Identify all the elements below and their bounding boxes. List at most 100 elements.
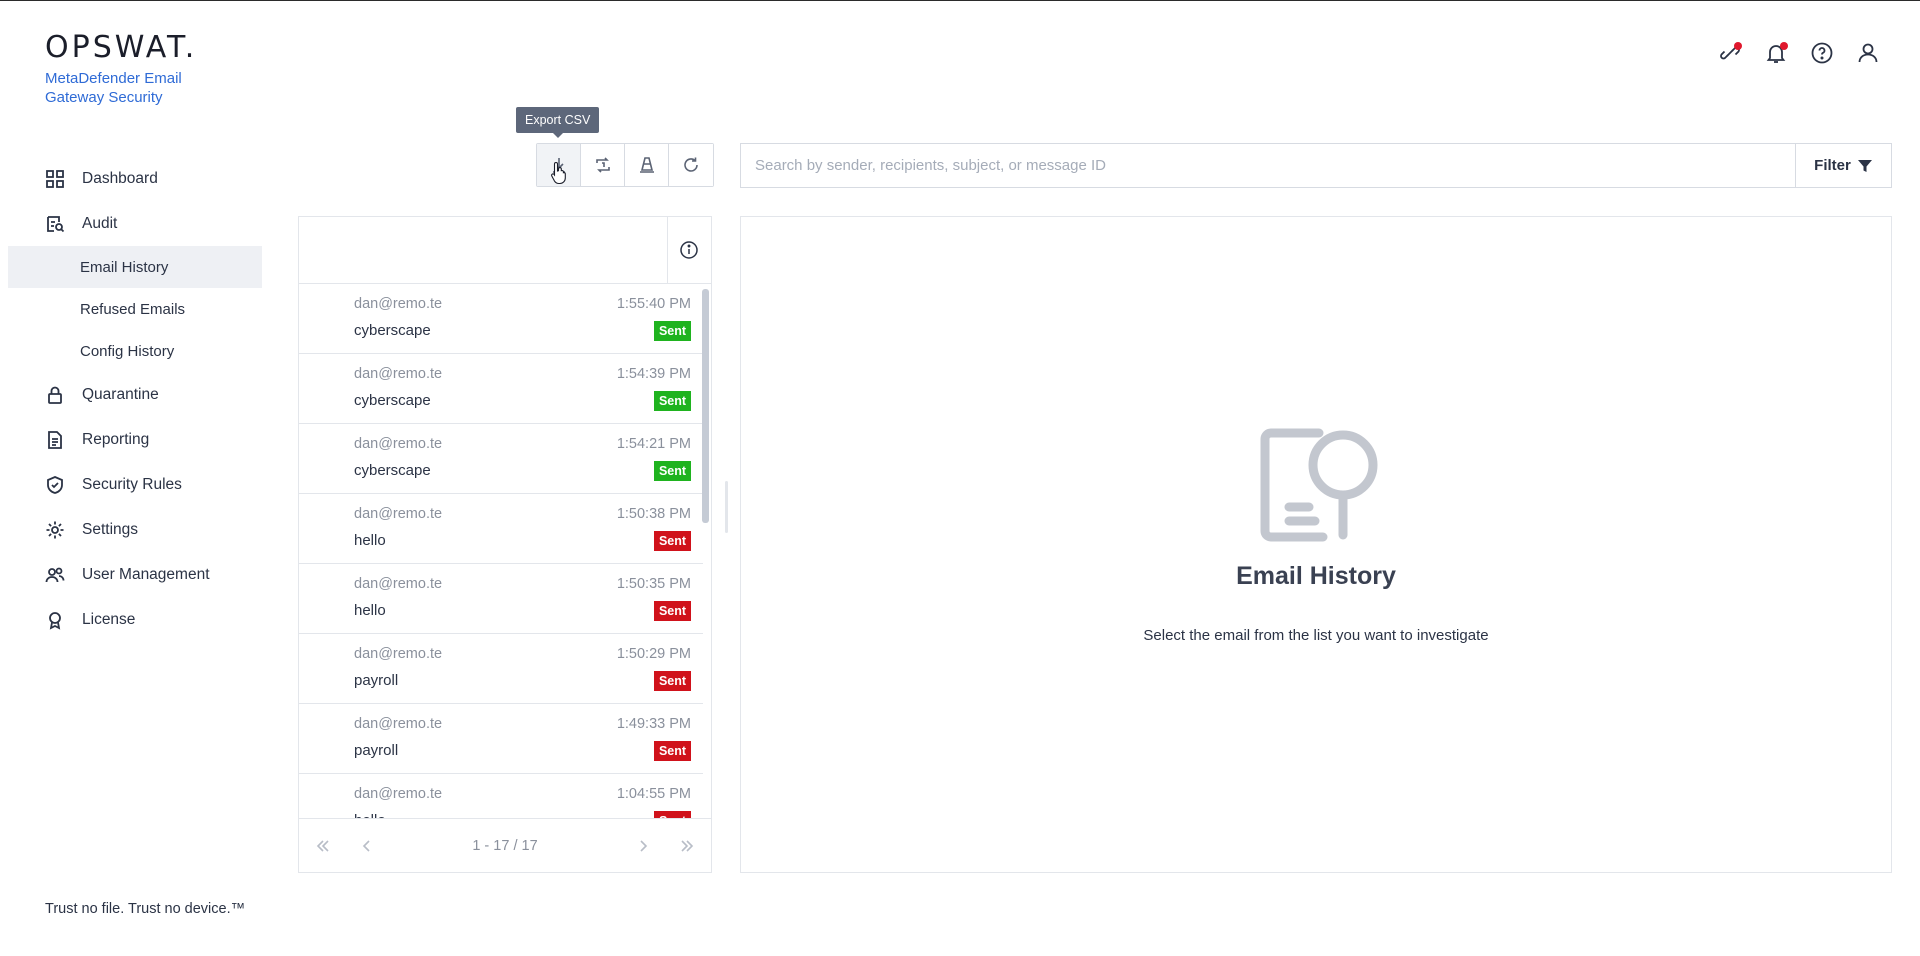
email-history-illustration-icon <box>1260 428 1378 542</box>
notification-dot <box>1780 42 1788 50</box>
status-badge: Sent <box>654 531 691 551</box>
export-csv-tooltip: Export CSV <box>516 107 600 138</box>
last-page-button[interactable] <box>675 834 699 858</box>
sidebar-item-label: License <box>82 610 136 628</box>
award-icon <box>45 610 65 630</box>
sidebar-item-refused-emails[interactable]: Refused Emails <box>8 288 262 330</box>
email-list-item[interactable]: dan@remo.te 1:49:33 PM payroll Sent <box>299 704 703 774</box>
email-list-item[interactable]: dan@remo.te 1:50:29 PM payroll Sent <box>299 634 703 704</box>
sidebar-item-security-rules[interactable]: Security Rules <box>8 462 262 507</box>
email-subject: cyberscape <box>354 392 431 409</box>
filter-icon <box>1857 159 1872 172</box>
email-list-item[interactable]: dan@remo.te 1:55:40 PM cyberscape Sent <box>299 284 703 354</box>
email-time: 1:49:33 PM <box>616 716 691 732</box>
email-list-panel: dan@remo.te 1:55:40 PM cyberscape Sent dan@r… <box>298 216 712 873</box>
email-sender: dan@remo.te <box>354 366 443 382</box>
sidebar-item-label: Quarantine <box>82 385 159 403</box>
email-sender: dan@remo.te <box>354 716 443 732</box>
chevron-left-icon <box>362 839 370 852</box>
status-badge: Sent <box>654 391 691 411</box>
header-actions <box>1718 41 1880 65</box>
search-bar: Filter <box>740 143 1892 188</box>
email-subject: payroll <box>354 672 399 689</box>
help-button[interactable] <box>1810 41 1834 65</box>
email-time: 1:54:21 PM <box>616 436 691 452</box>
integration-link-button[interactable] <box>1718 41 1742 65</box>
users-icon <box>45 565 65 585</box>
opswat-logo[interactable]: OPSWAT. <box>45 33 205 63</box>
email-list-item[interactable]: dan@remo.te1:04:55 PMhelloSent <box>299 774 703 819</box>
status-badge: Sent <box>654 741 691 761</box>
gear-icon <box>45 520 65 540</box>
sidebar-item-reporting[interactable]: Reporting <box>8 417 262 462</box>
previous-page-button[interactable] <box>355 834 379 858</box>
double-chevron-right-icon <box>681 839 694 852</box>
list-scrollbar[interactable] <box>702 289 709 523</box>
report-icon <box>45 430 65 450</box>
sidebar-item-user-management[interactable]: User Management <box>8 552 262 597</box>
shield-check-icon <box>45 475 65 495</box>
empty-state-subtitle: Select the email from the list you want … <box>1143 627 1489 644</box>
sidebar-item-email-history[interactable]: Email History <box>8 246 262 288</box>
email-list-item[interactable]: dan@remo.te 1:54:21 PM cyberscape Sent <box>299 424 703 494</box>
dashboard-icon <box>45 169 65 189</box>
email-subject: cyberscape <box>354 462 431 479</box>
email-list-item[interactable]: dan@remo.te 1:50:35 PM hello Sent <box>299 564 703 634</box>
cleanup-button[interactable] <box>625 144 669 186</box>
notifications-button[interactable] <box>1764 41 1788 65</box>
email-list-item[interactable]: dan@remo.te 1:50:38 PM hello Sent <box>299 494 703 564</box>
email-time: 1:55:40 PM <box>616 296 691 312</box>
reprocess-icon <box>595 157 610 173</box>
email-sender: dan@remo.te <box>354 436 443 452</box>
email-sender: dan@remo.te <box>354 506 443 522</box>
status-badge: Sent <box>654 671 691 691</box>
panel-resize-handle[interactable] <box>725 481 728 533</box>
help-icon <box>1811 42 1833 64</box>
status-badge: Sent <box>654 601 691 621</box>
refresh-icon <box>684 157 698 172</box>
sidebar-item-label: Reporting <box>82 430 150 448</box>
sidebar-item-config-history[interactable]: Config History <box>8 330 262 372</box>
sidebar-item-audit[interactable]: Audit <box>8 201 262 246</box>
sidebar-item-quarantine[interactable]: Quarantine <box>8 372 262 417</box>
notification-dot <box>1734 42 1742 50</box>
sidebar-item-license[interactable]: License <box>8 597 262 642</box>
sidebar-item-settings[interactable]: Settings <box>8 507 262 552</box>
filter-label: Filter <box>1814 157 1851 174</box>
email-list-item[interactable]: dan@remo.te 1:54:39 PM cyberscape Sent <box>299 354 703 424</box>
product-name: MetaDefender Email Gateway Security <box>45 70 182 106</box>
reprocess-button[interactable] <box>581 144 625 186</box>
email-subject: cyberscape <box>354 322 431 339</box>
hand-cursor-icon <box>551 161 566 185</box>
divider <box>667 217 668 284</box>
email-detail-panel: Email History Select the email from the … <box>740 216 1892 873</box>
pagination: 1 - 17 / 17 <box>299 818 711 872</box>
user-icon <box>1858 43 1878 63</box>
double-chevron-left-icon <box>316 839 329 852</box>
pagination-text: 1 - 17 / 17 <box>472 837 538 854</box>
cone-icon <box>639 157 654 173</box>
sidebar-item-label: Settings <box>82 520 139 538</box>
email-sender: dan@remo.te <box>354 296 443 312</box>
refresh-button[interactable] <box>669 144 713 186</box>
email-time: 1:04:55 PM <box>616 786 691 802</box>
empty-state-title: Email History <box>1236 562 1396 590</box>
user-account-button[interactable] <box>1856 41 1880 65</box>
email-subject: hello <box>354 532 386 549</box>
first-page-button[interactable] <box>311 834 335 858</box>
chevron-right-icon <box>640 839 648 852</box>
next-page-button[interactable] <box>631 834 655 858</box>
email-time: 1:54:39 PM <box>616 366 691 382</box>
info-icon[interactable] <box>679 240 699 260</box>
email-time: 1:50:29 PM <box>616 646 691 662</box>
lock-icon <box>45 385 65 405</box>
email-sender: dan@remo.te <box>354 786 443 802</box>
sidebar-item-label: User Management <box>82 565 210 583</box>
search-input[interactable] <box>741 144 1795 187</box>
filter-button[interactable]: Filter <box>1795 144 1891 187</box>
brand: OPSWAT. MetaDefender Email Gateway Secur… <box>45 33 205 107</box>
email-time: 1:50:35 PM <box>616 576 691 592</box>
audit-icon <box>45 214 65 234</box>
email-subject: payroll <box>354 742 399 759</box>
sidebar-item-dashboard[interactable]: Dashboard <box>8 156 262 201</box>
